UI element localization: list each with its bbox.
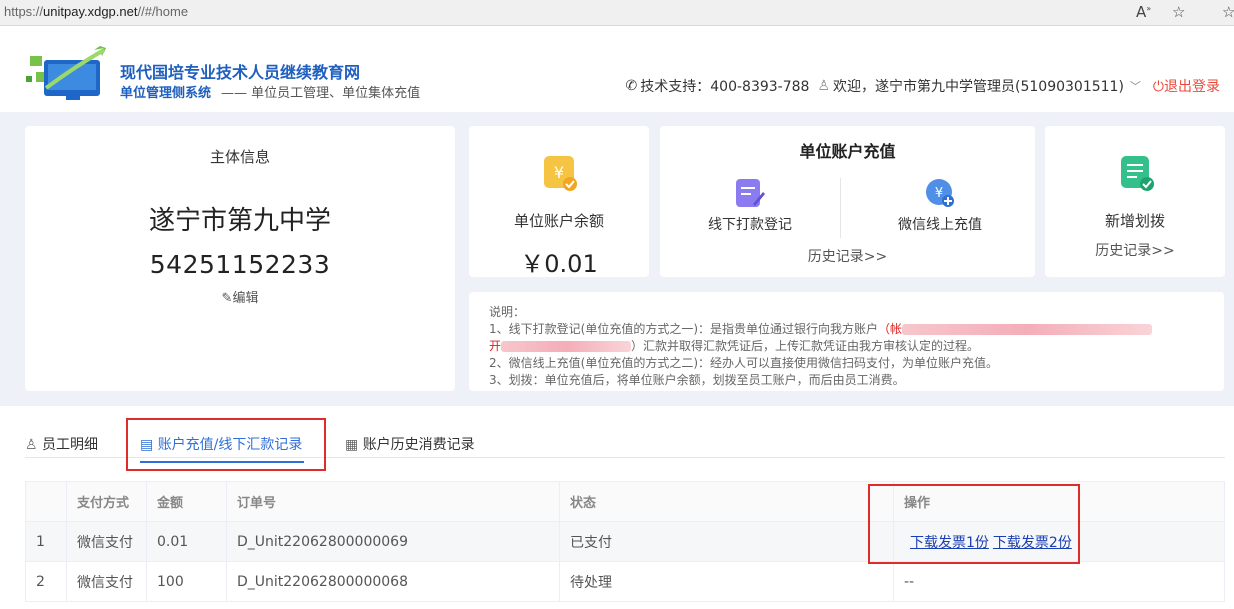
recharge-card: 单位账户充值 线下打款登记 ¥ 微信线上充值 历史记录>> [660,126,1035,277]
yen-add-icon: ¥ [926,179,954,207]
row-status: 待处理 [559,561,894,602]
url-text[interactable]: https://unitpay.xdgp.net//#/home [4,4,188,19]
welcome-text[interactable]: 欢迎，遂宁市第九中学管理员(51090301511) [833,76,1124,96]
col-index [25,481,67,522]
row-order-no: D_Unit22062800000068 [226,561,560,602]
notes-line-3: 2、微信线上充值(单位充值的方式之二)：经办人可以直接使用微信扫码支付，为单位账… [489,356,999,370]
row-order-no: D_Unit22062800000069 [226,521,560,562]
redacted-bank [501,341,632,352]
allocation-history-link[interactable]: 历史记录>> [1045,240,1225,260]
power-icon: ⏻ [1152,79,1164,95]
balance-label: 单位账户余额 [513,212,604,230]
org-name: 遂宁市第九中学 [148,206,331,236]
wechat-recharge-button[interactable]: ¥ 微信线上充值 [850,178,1030,234]
favorite-add-icon[interactable]: ☆ [1172,3,1185,21]
document-icon: ▦ [345,437,359,453]
notes-line-4: 3、划拨：单位充值后，将单位账户余额，划拨至员工账户，而后由员工消费。 [489,373,905,387]
col-pay-method: 支付方式 [66,481,147,522]
row-index: 1 [25,521,67,562]
row-index: 2 [25,561,67,602]
table-row: 2 微信支付 100 D_Unit22062800000068 待处理 -- [25,561,1225,602]
support-phone: 技术支持：400-8393-788 [640,79,810,95]
row-amount: 100 [146,561,227,602]
tab-employee-details[interactable]: ♙ 员工明细 [25,434,98,454]
recharge-heading: 单位账户充值 [799,142,896,161]
header-user-area: ✆ 技术支持：400-8393-788 ♙ 欢迎，遂宁市第九中学管理员(5109… [626,76,1220,96]
dashboard: 主体信息 遂宁市第九中学 54251152233 ✎编辑 ¥ 单位账户余额 ￥0… [0,112,1234,406]
site-logo [26,46,106,100]
offline-register-button[interactable]: 线下打款登记 [660,178,840,234]
phone-icon: ✆ [625,78,638,94]
wallet-yen-icon: ¥ [544,156,577,191]
divider [840,178,841,238]
recharge-history-link[interactable]: 历史记录>> [660,246,1035,266]
entity-info-heading: 主体信息 [209,148,270,166]
notes-card: 说明： 1、线下打款登记(单位充值的方式之一)：是指贵单位通过银行向我方账户（帐… [469,292,1224,391]
edit-button[interactable]: ✎编辑 [25,287,455,306]
balance-card: ¥ 单位账户余额 ￥0.01 [469,126,649,278]
redacted-account [902,324,1153,335]
favorites-icon[interactable]: ☆ [1222,3,1234,21]
highlight-box-tab [126,418,326,471]
new-allocation-button[interactable]: 新增划拨 [1045,210,1225,231]
browser-address-bar[interactable]: https://unitpay.xdgp.net//#/home A» ☆ ☆ [0,0,1234,26]
user-icon: ♙ [817,78,831,94]
site-subtitle: 单位管理侧系统 —— 单位员工管理、单位集体充值 [120,82,420,101]
highlight-box-actions [868,484,1080,564]
site-header: 现代国培专业技术人员继续教育网 单位管理侧系统 —— 单位员工管理、单位集体充值 … [0,26,1234,112]
col-status: 状态 [559,481,894,522]
tab-consumption-history[interactable]: ▦ 账户历史消费记录 [345,434,475,454]
notes-line-2: 开）汇款并取得汇款凭证后，上传汇款凭证由我方审核认定的过程。 [489,339,980,353]
chevron-down-icon[interactable]: ﹀ [1130,78,1141,94]
row-pay-method: 微信支付 [66,521,147,562]
svg-text:¥: ¥ [935,186,943,201]
system-description: —— 单位员工管理、单位集体充值 [221,86,421,101]
read-aloud-icon[interactable]: A» [1136,3,1151,21]
org-code: 54251152233 [149,250,331,279]
pencil-icon: ✎ [221,291,233,306]
entity-info-card: 主体信息 遂宁市第九中学 54251152233 ✎编辑 [25,126,455,391]
notes-line-1: 1、线下打款登记(单位充值的方式之一)：是指贵单位通过银行向我方账户（帐 [489,321,1204,338]
user-icon: ♙ [25,437,38,453]
row-actions: -- [893,561,1225,602]
col-order-no: 订单号 [226,481,560,522]
balance-amount: ￥0.01 [520,250,598,278]
row-amount: 0.01 [146,521,227,562]
list-check-icon [1121,156,1154,191]
notes-title: 说明： [489,305,526,319]
svg-text:¥: ¥ [554,163,564,182]
row-status: 已支付 [559,521,894,562]
col-amount: 金额 [146,481,227,522]
logout-button[interactable]: ⏻退出登录 [1153,76,1220,96]
allocation-card: 新增划拨 历史记录>> [1045,126,1225,277]
site-title: 现代国培专业技术人员继续教育网 [120,63,361,82]
document-edit-icon [736,179,765,207]
system-name: 单位管理侧系统 [120,86,212,101]
row-pay-method: 微信支付 [66,561,147,602]
